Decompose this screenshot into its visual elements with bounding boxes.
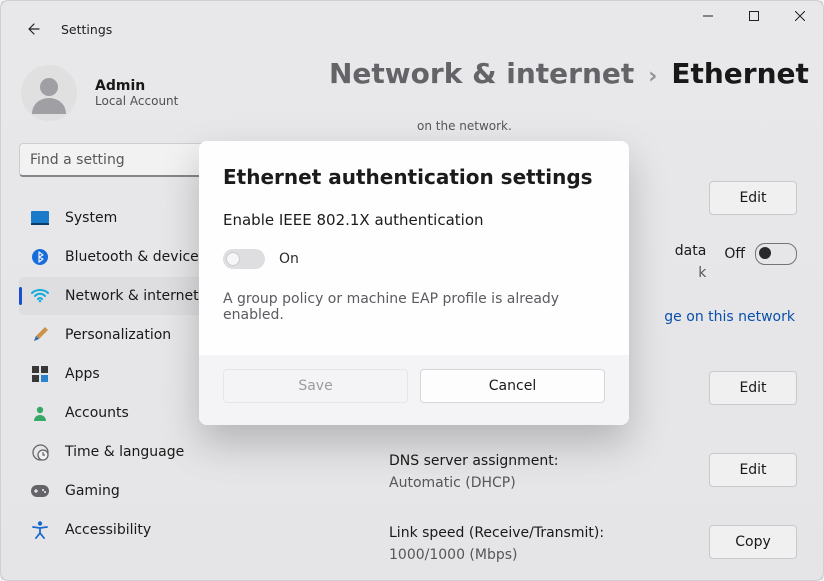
dialog-title: Ethernet authentication settings xyxy=(223,165,605,189)
dialog-toggle-state: On xyxy=(279,251,299,267)
dialog-save-button: Save xyxy=(223,369,408,403)
dialog-cancel-button[interactable]: Cancel xyxy=(420,369,605,403)
auth-dialog: Ethernet authentication settings Enable … xyxy=(199,141,629,425)
dialog-label: Enable IEEE 802.1X authentication xyxy=(223,211,605,229)
dialog-toggle[interactable] xyxy=(223,249,265,269)
dialog-note: A group policy or machine EAP profile is… xyxy=(223,291,605,323)
settings-window: Settings Admin Local Account Find a sett… xyxy=(0,0,824,581)
